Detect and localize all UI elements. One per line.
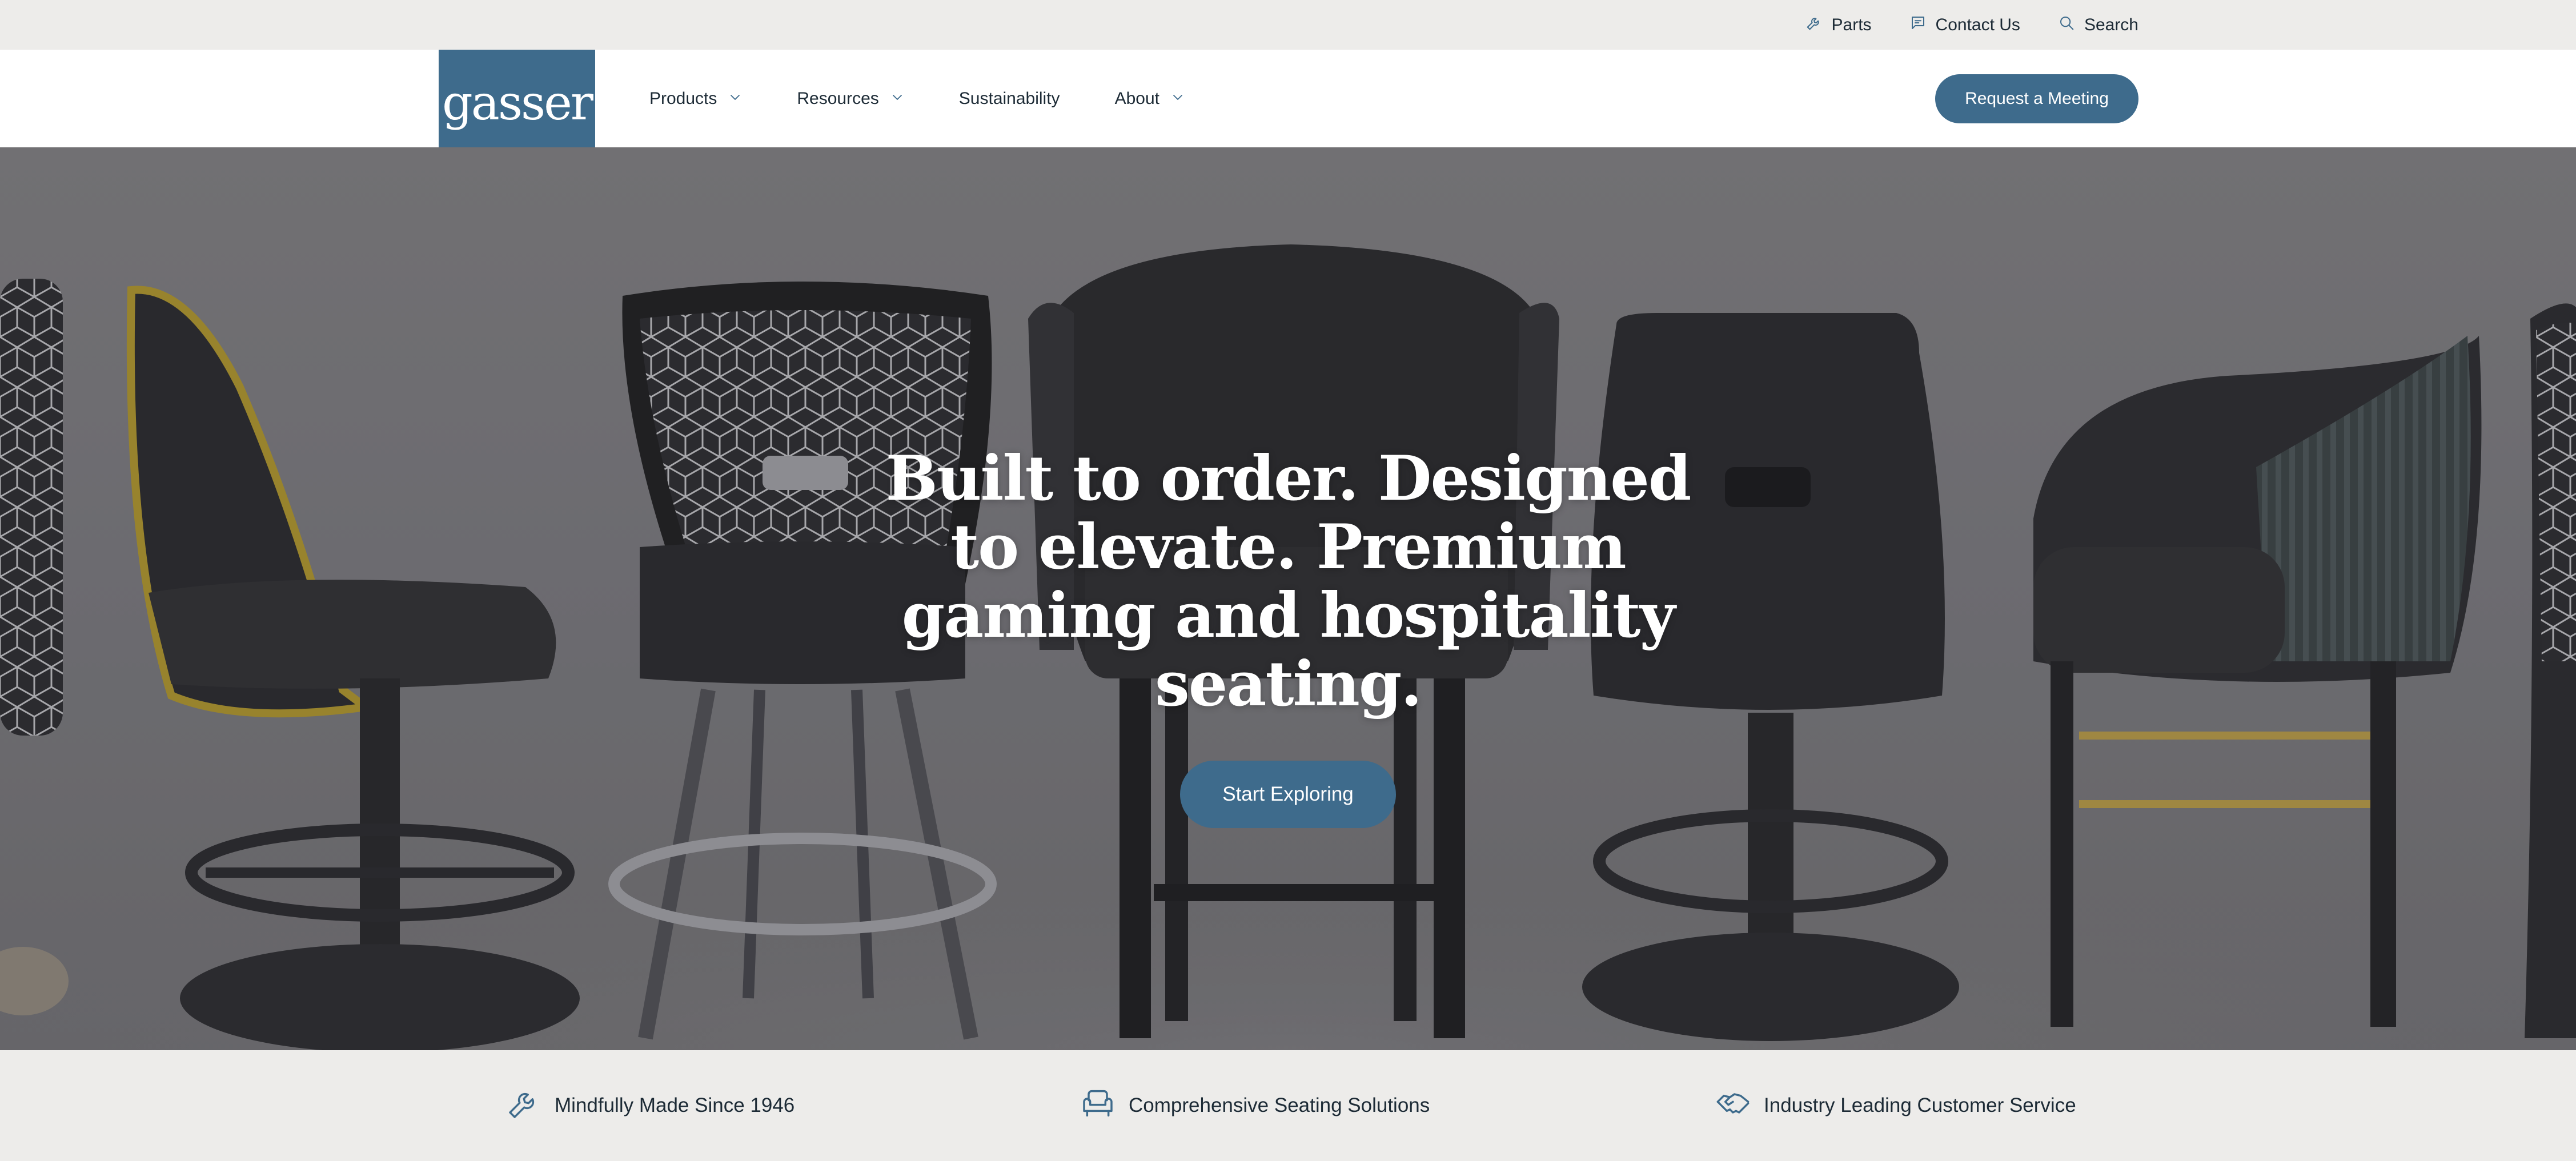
nav-item-products[interactable]: Products (649, 89, 742, 109)
wrench-icon (1805, 14, 1823, 36)
nav-item-label: Resources (797, 89, 879, 108)
contact-label: Contact Us (1935, 15, 2020, 34)
search-icon (2058, 14, 2075, 36)
nav-item-about[interactable]: About (1115, 89, 1185, 109)
gasser-logo[interactable]: gasser (439, 50, 595, 147)
nav-item-label: Sustainability (958, 89, 1060, 108)
armchair-icon (1080, 1085, 1116, 1127)
chevron-down-icon (1171, 89, 1185, 109)
feature-label: Comprehensive Seating Solutions (1129, 1094, 1430, 1116)
utility-bar: Parts Contact Us Search (0, 0, 2576, 50)
chat-icon (1909, 14, 1927, 36)
contact-link[interactable]: Contact Us (1909, 14, 2020, 36)
nav-item-sustainability[interactable]: Sustainability (959, 89, 1060, 109)
hero-section: Built to order. Designed to elevate. Pre… (0, 147, 2576, 1050)
feature-seating-solutions: Comprehensive Seating Solutions (1080, 1050, 1430, 1161)
search-link[interactable]: Search (2058, 14, 2138, 36)
feature-mindfully-made: Mindfully Made Since 1946 (505, 1050, 795, 1161)
nav-item-label: About (1114, 89, 1159, 108)
chevron-down-icon (890, 89, 904, 109)
nav-item-label: Products (649, 89, 717, 108)
chevron-down-icon (728, 89, 742, 109)
handshake-icon (1715, 1085, 1751, 1127)
parts-link[interactable]: Parts (1805, 14, 1872, 36)
request-meeting-button[interactable]: Request a Meeting (1935, 74, 2138, 123)
start-exploring-button[interactable]: Start Exploring (1180, 761, 1396, 828)
main-header: gasser Products Resources Sustainability… (0, 50, 2576, 147)
feature-label: Mindfully Made Since 1946 (555, 1094, 795, 1116)
main-nav: Products Resources Sustainability About (649, 50, 1239, 147)
feature-label: Industry Leading Customer Service (1764, 1094, 2076, 1116)
utility-links: Parts Contact Us Search (1805, 0, 2138, 50)
hero-content: Built to order. Designed to elevate. Pre… (860, 444, 1716, 828)
hero-title: Built to order. Designed to elevate. Pre… (885, 443, 1692, 720)
features-strip: Mindfully Made Since 1946 Comprehensive … (0, 1050, 2576, 1161)
nav-item-resources[interactable]: Resources (797, 89, 904, 109)
parts-label: Parts (1831, 15, 1872, 34)
search-label: Search (2084, 15, 2138, 34)
wrench-icon (505, 1085, 542, 1127)
feature-customer-service: Industry Leading Customer Service (1715, 1050, 2076, 1161)
